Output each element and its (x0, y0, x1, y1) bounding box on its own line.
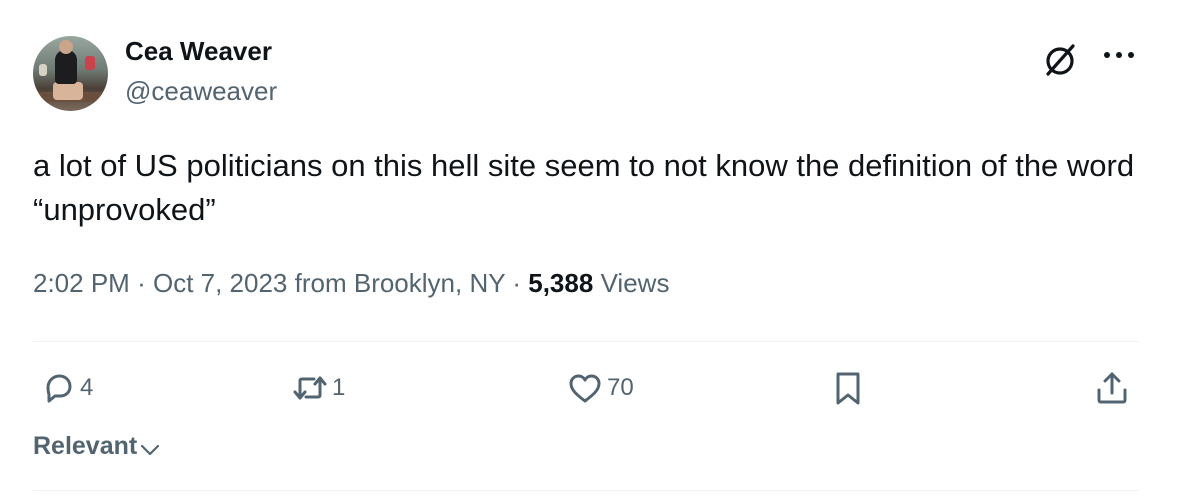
reply-button[interactable]: 4 (38, 366, 93, 410)
like-button[interactable]: 70 (565, 366, 634, 410)
grok-icon[interactable] (1040, 40, 1080, 80)
avatar-photo-detail (85, 56, 95, 70)
bookmark-icon (836, 372, 860, 405)
meta-separator: · (137, 268, 146, 298)
chevron-down-icon (141, 444, 160, 455)
tweet-text: a lot of US politicians on this hell sit… (33, 148, 1135, 227)
tweet-location: from Brooklyn, NY (294, 268, 506, 298)
meta-separator: · (512, 268, 522, 298)
repost-icon (293, 376, 327, 400)
tweet-date[interactable]: Oct 7, 2023 (153, 268, 287, 298)
author-display-name[interactable]: Cea Weaver (125, 36, 272, 67)
repost-button[interactable]: 1 (290, 366, 345, 410)
avatar-photo-detail (59, 40, 73, 54)
repost-count: 1 (332, 374, 346, 401)
share-icon (1097, 372, 1127, 404)
author-handle[interactable]: @ceaweaver (125, 76, 277, 107)
bookmark-button[interactable] (828, 366, 868, 410)
reply-count: 4 (80, 374, 94, 401)
like-count: 70 (607, 374, 634, 401)
avatar-photo-detail (55, 50, 77, 84)
avatar[interactable] (33, 36, 108, 111)
views-label: Views (600, 268, 670, 298)
tweet-meta: 2:02 PM · Oct 7, 2023 from Brooklyn, NY … (33, 268, 669, 299)
heart-icon (569, 374, 601, 403)
tweet-time[interactable]: 2:02 PM (33, 268, 130, 298)
sort-label: Relevant (33, 432, 138, 460)
avatar-photo-detail (39, 64, 47, 76)
reply-icon (46, 374, 72, 403)
divider (33, 341, 1139, 342)
views-count[interactable]: 5,388 (528, 268, 593, 298)
divider (33, 490, 1139, 491)
avatar-photo-detail (53, 82, 83, 100)
share-button[interactable] (1092, 366, 1132, 410)
sort-replies-dropdown[interactable]: Relevant (33, 432, 161, 461)
more-icon[interactable] (1098, 40, 1140, 70)
